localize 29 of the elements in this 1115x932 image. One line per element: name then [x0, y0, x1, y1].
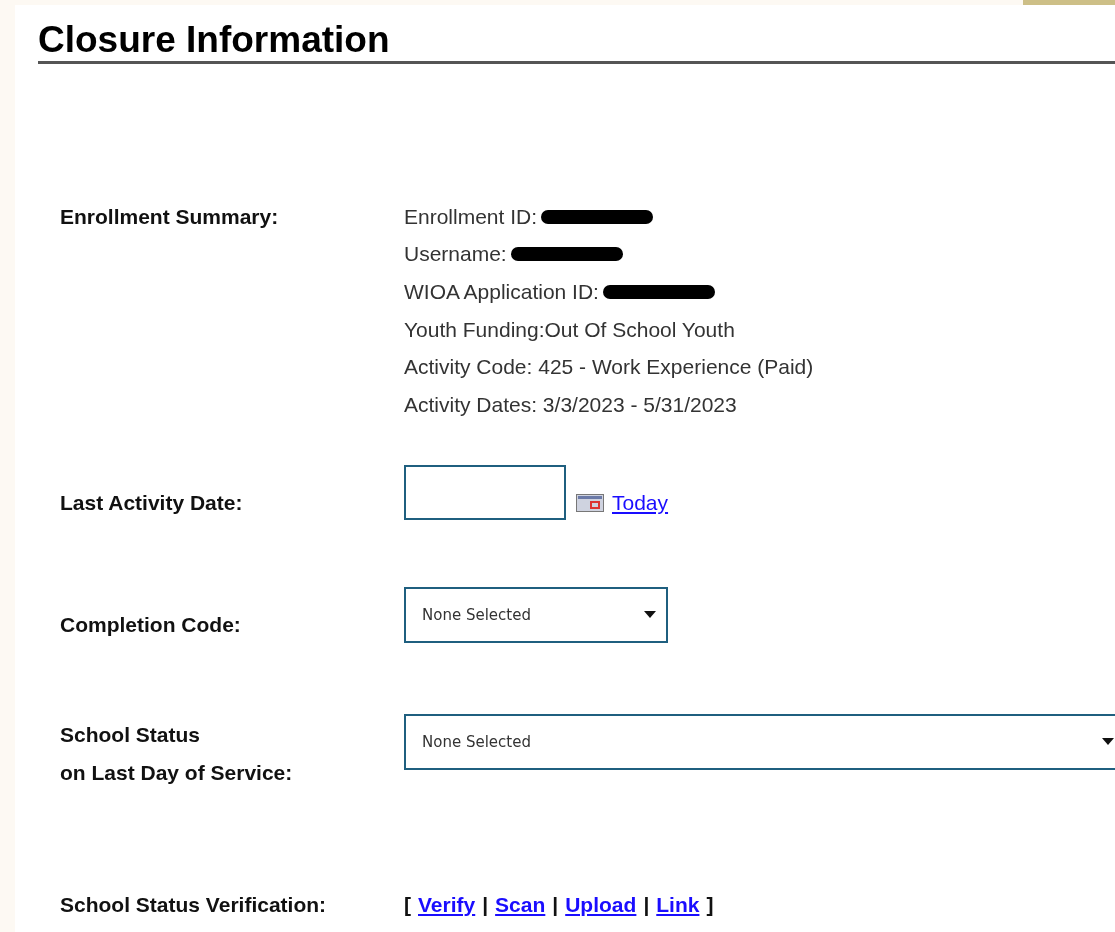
separator-text: |: [482, 892, 489, 917]
separator-text: |: [552, 892, 559, 917]
summary-text: Activity Dates: 3/3/2023 - 5/31/2023: [404, 392, 737, 417]
field-label: Completion Code:: [60, 611, 242, 638]
summary-text: Username:: [404, 242, 507, 267]
section-heading: Closure Information: [38, 19, 1115, 64]
field-label: School Status Verification:: [60, 891, 328, 918]
verification-link[interactable]: Verify: [418, 892, 476, 917]
bracket-text: [: [404, 892, 411, 917]
field-label: Last Activity Date:: [60, 489, 244, 516]
dropdown-caret-icon: [1102, 738, 1114, 746]
today-link[interactable]: Today: [612, 490, 669, 515]
summary-text: Enrollment ID:: [404, 204, 538, 229]
summary-text: Youth Funding:Out Of School Youth: [404, 317, 735, 342]
verification-link[interactable]: Scan: [495, 892, 546, 917]
school-status-select[interactable]: None Selected: [404, 713, 1115, 770]
dropdown-caret-icon: [644, 611, 656, 619]
date-input[interactable]: [404, 465, 566, 521]
separator-text: |: [643, 892, 650, 917]
summary-text: WIOA Application ID:: [404, 280, 599, 304]
field-label: Enrollment Summary:: [60, 204, 280, 230]
field-label: School Status: [60, 721, 202, 748]
completion-code-select[interactable]: None Selected: [404, 586, 668, 643]
summary-text: Activity Code: 425 - Work Experience (Paid): [404, 355, 814, 380]
bracket-text: ]: [706, 892, 714, 917]
field-label: on Last Day of Service:: [60, 759, 294, 786]
verification-link[interactable]: Upload: [565, 892, 637, 917]
verification-link[interactable]: Link: [656, 892, 700, 917]
calendar-icon[interactable]: [576, 493, 604, 512]
